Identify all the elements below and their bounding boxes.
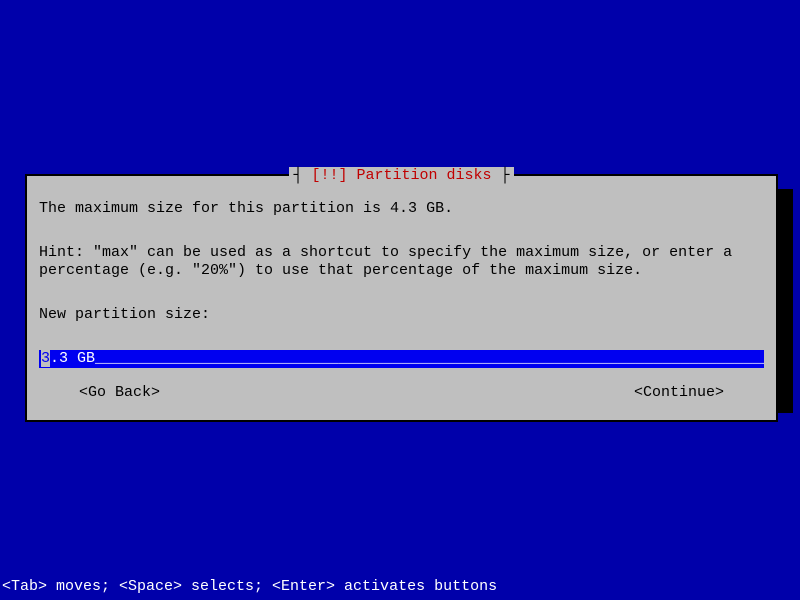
footer-help: <Tab> moves; <Space> selects; <Enter> ac… xyxy=(2,578,497,596)
dialog-title-wrap: ┤ [!!] Partition disks ├ xyxy=(27,167,776,185)
blank-line-1 xyxy=(39,222,764,240)
button-row: <Go Back> <Continue> xyxy=(39,384,764,402)
input-rest: .3 GB___________________________________… xyxy=(50,350,764,367)
dialog-title-priority: [!!] xyxy=(311,167,356,184)
partition-dialog: ┤ [!!] Partition disks ├ The maximum siz… xyxy=(25,174,778,422)
continue-button[interactable]: <Continue> xyxy=(634,384,724,402)
blank-line-2 xyxy=(39,284,764,302)
text-cursor: 3 xyxy=(41,350,50,367)
hint-text: Hint: "max" can be used as a shortcut to… xyxy=(39,244,764,280)
dialog-title: ┤ [!!] Partition disks ├ xyxy=(289,167,513,185)
blank-line-3 xyxy=(39,328,764,346)
partition-size-prompt: New partition size: xyxy=(39,306,764,324)
partition-size-input[interactable]: 3.3 GB__________________________________… xyxy=(39,350,764,368)
max-size-info: The maximum size for this partition is 4… xyxy=(39,200,764,218)
go-back-button[interactable]: <Go Back> xyxy=(79,384,160,402)
dialog-title-text: Partition disks xyxy=(356,167,491,184)
